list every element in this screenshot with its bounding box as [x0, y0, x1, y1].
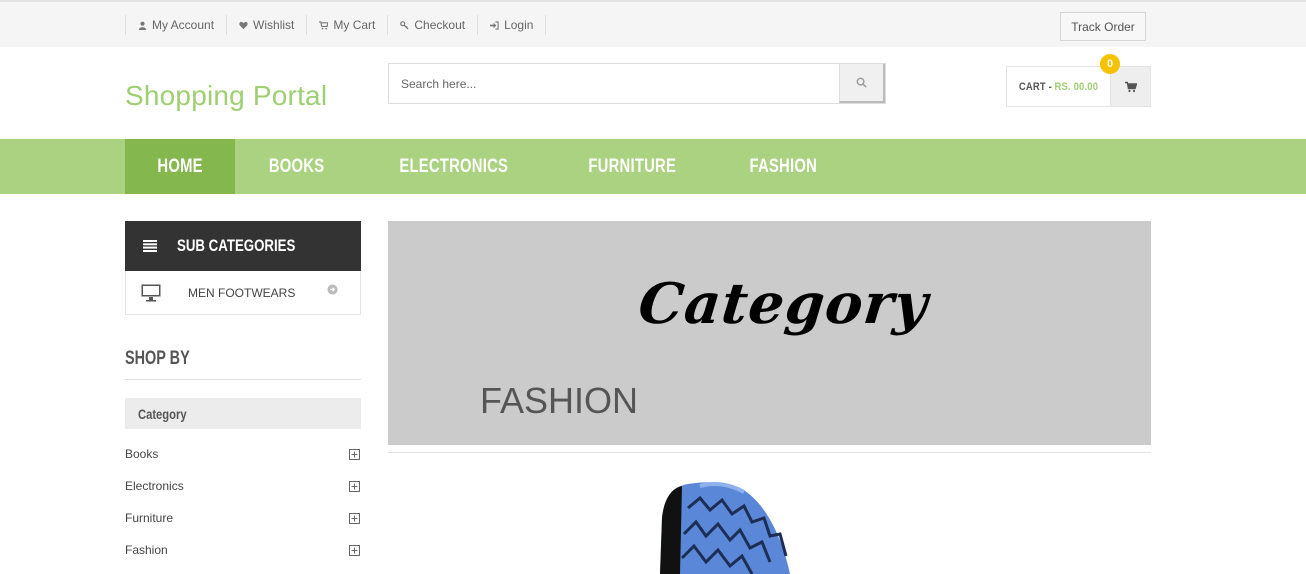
track-order-button[interactable]: Track Order	[1060, 12, 1146, 41]
category-list: Books Electronics Furniture Fashion	[125, 438, 361, 566]
heart-icon	[239, 21, 248, 29]
top-bar: My Account Wishlist My Cart Checkout Log…	[0, 0, 1306, 47]
cart-summary-button[interactable]: CART - RS. 00.00	[1006, 66, 1151, 107]
checkout-link[interactable]: Checkout	[388, 15, 479, 35]
subcategories-title: SUB CATEGORIES	[177, 236, 296, 255]
product-shoe-image[interactable]	[640, 478, 810, 574]
category-label: Furniture	[125, 511, 174, 525]
wishlist-link[interactable]: Wishlist	[227, 15, 308, 35]
arrow-circle-right-icon	[327, 284, 338, 295]
cart-text: CART -	[1018, 80, 1052, 93]
search-input[interactable]	[389, 64, 839, 103]
category-label: Books	[125, 447, 159, 461]
search-icon	[856, 77, 867, 88]
nav-label-home: HOME	[157, 155, 203, 177]
category-item-furniture[interactable]: Furniture	[125, 502, 361, 534]
nav-item-books[interactable]: BOOKS	[235, 139, 358, 194]
login-link[interactable]: Login	[478, 15, 547, 35]
search-bar	[388, 63, 886, 104]
key-icon	[400, 20, 409, 30]
category-filter-header: Category	[125, 398, 361, 429]
category-item-electronics[interactable]: Electronics	[125, 470, 361, 502]
user-icon	[138, 21, 147, 30]
cart-amount: RS. 00.00	[1054, 80, 1099, 93]
category-item-fashion[interactable]: Fashion	[125, 534, 361, 566]
my-cart-link[interactable]: My Cart	[307, 15, 389, 35]
subcategory-item-men-footwears[interactable]: MEN FOOTWEARS	[125, 271, 361, 315]
banner-script-text: Category	[635, 271, 932, 337]
expand-plus-icon[interactable]	[349, 480, 360, 492]
nav-label-electronics: ELECTRONICS	[399, 155, 509, 177]
nav-label-books: BOOKS	[269, 155, 325, 177]
my-cart-label: My Cart	[333, 18, 376, 32]
top-links: My Account Wishlist My Cart Checkout Log…	[125, 15, 547, 35]
checkout-label: Checkout	[414, 18, 466, 32]
category-filter-title: Category	[138, 405, 187, 422]
cart-icon-box	[1110, 67, 1150, 106]
nav-item-home[interactable]: HOME	[125, 139, 236, 194]
site-logo[interactable]: Shopping Portal	[125, 80, 327, 112]
login-label: Login	[504, 18, 534, 32]
search-button[interactable]	[839, 64, 885, 103]
main-nav: HOME BOOKS ELECTRONICS FURNITURE FASHION	[0, 139, 1306, 194]
shopping-cart-icon	[1124, 81, 1137, 92]
content-divider	[388, 452, 1151, 453]
category-item-books[interactable]: Books	[125, 438, 361, 470]
wishlist-label: Wishlist	[253, 18, 295, 32]
my-account-label: My Account	[152, 18, 215, 32]
category-banner: Category FASHION	[388, 221, 1151, 445]
nav-item-electronics[interactable]: ELECTRONICS	[358, 139, 549, 194]
login-icon	[490, 20, 499, 30]
list-icon	[143, 240, 157, 252]
banner-category-title: FASHION	[480, 380, 639, 421]
category-label: Electronics	[125, 479, 184, 493]
category-label: Fashion	[125, 543, 168, 557]
expand-plus-icon[interactable]	[349, 448, 360, 460]
nav-label-fashion: FASHION	[749, 155, 818, 177]
cart-icon	[319, 20, 329, 30]
shop-by-title: SHOP BY	[125, 348, 190, 369]
expand-plus-icon[interactable]	[349, 544, 360, 556]
desktop-icon	[141, 284, 161, 301]
nav-item-fashion[interactable]: FASHION	[714, 139, 853, 194]
shop-by-heading: SHOP BY	[125, 348, 361, 380]
my-account-link[interactable]: My Account	[126, 15, 228, 35]
nav-item-furniture[interactable]: FURNITURE	[550, 139, 714, 194]
nav-label-furniture: FURNITURE	[588, 155, 676, 177]
subcategories-header: SUB CATEGORIES	[125, 221, 361, 271]
expand-plus-icon[interactable]	[349, 512, 360, 524]
cart-label: CART - RS. 00.00	[1014, 67, 1103, 106]
cart-count-badge: 0	[1100, 54, 1120, 74]
subcategory-label: MEN FOOTWEARS	[188, 285, 296, 300]
